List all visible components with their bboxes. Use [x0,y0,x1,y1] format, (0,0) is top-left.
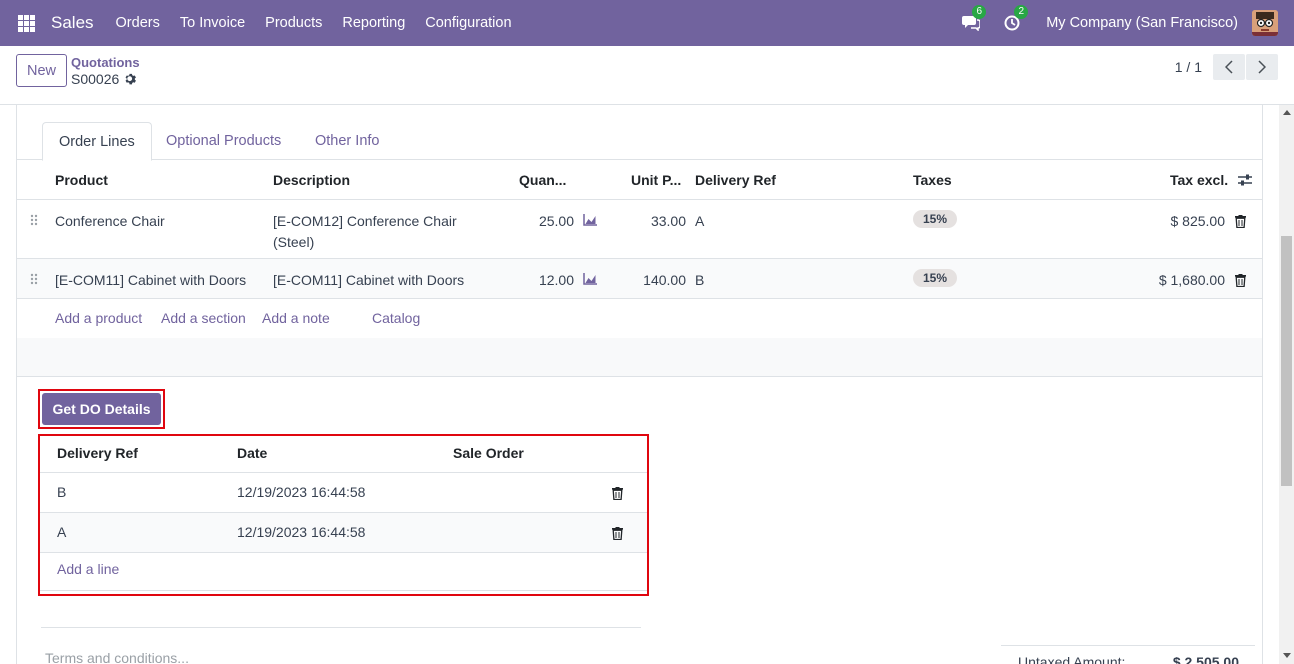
tab-optional-products[interactable]: Optional Products [150,122,297,160]
record-name: S00026 [71,71,120,87]
do-delivery-ref[interactable]: A [57,522,66,543]
col-do-date[interactable]: Date [237,445,267,461]
scroll-thumb[interactable] [1281,236,1292,486]
get-do-details-button[interactable]: Get DO Details [42,393,161,425]
breadcrumb-quotations[interactable]: Quotations [71,55,140,70]
line-delivery-ref[interactable]: B [695,270,704,291]
add-product-link[interactable]: Add a product [55,310,142,326]
menu-orders[interactable]: Orders [116,15,160,31]
activities-badge: 2 [1014,5,1029,19]
separator-band [17,338,1262,377]
trash-icon[interactable] [1235,274,1246,287]
col-delivery-ref[interactable]: Delivery Ref [695,172,776,188]
col-do-delivery-ref[interactable]: Delivery Ref [57,445,138,461]
navbar-systray: 6 2 My Company (San Francisco) [962,0,1278,46]
delivery-details-add-row: Add a line [40,553,647,591]
app-brand[interactable]: Sales [51,13,94,33]
messages-icon[interactable]: 6 [962,5,987,33]
line-subtotal: $ 825.00 [1170,213,1226,229]
get-do-details-highlight: Get DO Details [38,389,165,429]
col-product[interactable]: Product [55,172,108,188]
tax-badge[interactable]: 15% [913,269,958,287]
gear-icon[interactable] [124,73,137,86]
untaxed-amount-label: Untaxed Amount: [1018,654,1126,664]
menu-products[interactable]: Products [265,15,322,31]
delivery-details-table: Delivery Ref Date Sale Order B 12/19/202… [38,434,649,596]
do-delivery-ref[interactable]: B [57,482,66,503]
do-date[interactable]: 12/19/2023 16:44:58 [237,522,365,543]
line-quantity[interactable]: 25.00 [526,211,574,232]
pager-next-button[interactable] [1246,54,1278,80]
line-subtotal: $ 1,680.00 [1158,272,1225,288]
page-scrollbar[interactable] [1279,105,1294,664]
main-menu: Orders To Invoice Products Reporting Con… [116,15,532,31]
trash-icon[interactable] [1235,215,1246,228]
delivery-detail-row[interactable]: A 12/19/2023 16:44:58 [40,513,647,553]
control-panel: New Quotations S00026 1 / 1 [0,46,1294,105]
trash-icon[interactable] [612,487,623,500]
menu-to-invoice[interactable]: To Invoice [180,15,245,31]
line-description-2[interactable]: (Steel) [273,232,314,253]
totals-summary: Untaxed Amount: $ 2,505.00 [1001,645,1255,664]
top-navbar: Sales Orders To Invoice Products Reporti… [0,0,1294,46]
messages-badge: 6 [972,5,987,19]
col-tax-excl[interactable]: Tax excl. [1170,172,1228,188]
scroll-down-arrow-icon[interactable] [1283,653,1291,658]
pager-previous-button[interactable] [1213,54,1245,80]
company-switcher[interactable]: My Company (San Francisco) [1046,15,1238,31]
col-unit-price[interactable]: Unit P... [631,172,681,188]
col-do-sale-order[interactable]: Sale Order [453,445,524,461]
new-button[interactable]: New [16,54,67,87]
line-unit-price[interactable]: 33.00 [617,211,686,232]
activities-clock-icon[interactable]: 2 [1004,5,1029,33]
optional-columns-icon[interactable] [1237,172,1253,188]
form-sheet: Order Lines Optional Products Other Info… [16,105,1263,664]
order-lines-actions: Add a product Add a section Add a note C… [17,299,1262,339]
order-lines-table: Product Description Quan... Unit P... De… [17,160,1262,339]
line-quantity[interactable]: 12.00 [526,270,574,291]
chevron-right-icon [1258,60,1266,74]
terms-placeholder[interactable]: Terms and conditions... [45,650,189,664]
notebook-tabs: Order Lines Optional Products Other Info [17,105,1262,161]
do-date[interactable]: 12/19/2023 16:44:58 [237,482,365,503]
app-menu-icon[interactable] [18,14,35,32]
order-line-row[interactable]: [E-COM11] Cabinet with Doors [E-COM11] C… [17,259,1262,299]
add-line-link[interactable]: Add a line [57,561,119,577]
catalog-link[interactable]: Catalog [372,310,420,326]
col-taxes[interactable]: Taxes [913,172,952,188]
tab-other-info[interactable]: Other Info [299,122,395,160]
drag-handle-icon[interactable] [30,214,38,226]
line-product[interactable]: [E-COM11] Cabinet with Doors [55,270,246,291]
order-line-row[interactable]: Conference Chair [E-COM12] Conference Ch… [17,200,1262,259]
order-lines-header: Product Description Quan... Unit P... De… [17,160,1262,200]
forecast-chart-icon[interactable] [583,213,598,226]
scroll-up-arrow-icon[interactable] [1283,110,1291,115]
line-unit-price[interactable]: 140.00 [617,270,686,291]
drag-handle-icon[interactable] [30,273,38,285]
tax-badge[interactable]: 15% [913,210,958,228]
col-quantity[interactable]: Quan... [519,172,566,188]
line-product[interactable]: Conference Chair [55,211,165,232]
record-title: S00026 [71,71,137,87]
terms-field[interactable]: Terms and conditions... [41,627,641,664]
trash-icon[interactable] [612,527,623,540]
add-section-link[interactable]: Add a section [161,310,246,326]
delivery-details-header: Delivery Ref Date Sale Order [40,436,647,473]
user-avatar[interactable] [1252,10,1278,36]
tab-order-lines[interactable]: Order Lines [42,122,152,161]
menu-reporting[interactable]: Reporting [342,15,405,31]
line-delivery-ref[interactable]: A [695,211,704,232]
forecast-chart-icon[interactable] [583,272,598,285]
chevron-left-icon [1225,60,1233,74]
untaxed-amount-value: $ 2,505.00 [1172,654,1239,664]
delivery-detail-row[interactable]: B 12/19/2023 16:44:58 [40,473,647,513]
line-description-1[interactable]: [E-COM11] Cabinet with Doors [273,270,464,291]
line-description-1[interactable]: [E-COM12] Conference Chair [273,211,457,232]
menu-configuration[interactable]: Configuration [425,15,511,31]
pager-value[interactable]: 1 / 1 [1175,59,1202,75]
pager: 1 / 1 [1175,54,1278,80]
col-description[interactable]: Description [273,172,350,188]
add-note-link[interactable]: Add a note [262,310,330,326]
